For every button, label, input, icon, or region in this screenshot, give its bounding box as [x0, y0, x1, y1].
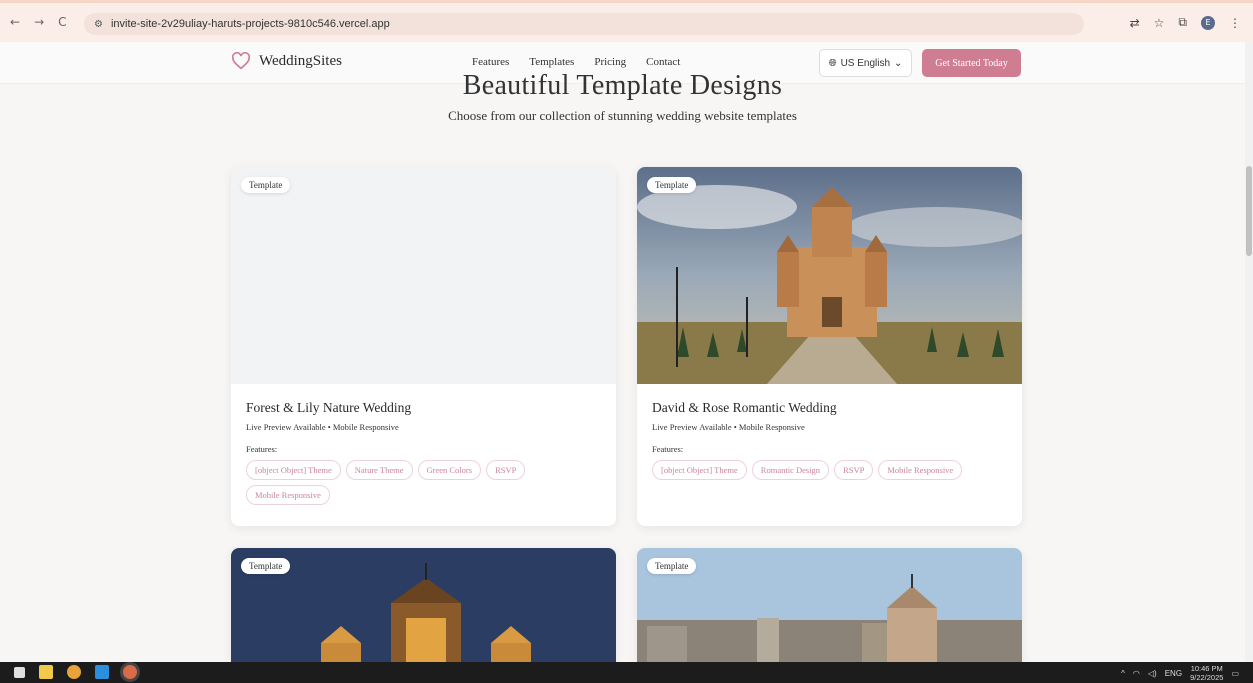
vscode-icon[interactable]	[95, 665, 109, 679]
notifications-icon[interactable]: ▭	[1231, 669, 1239, 678]
template-preview-image: Template	[637, 548, 1022, 662]
chevron-up-icon[interactable]: ^	[1121, 669, 1125, 678]
menu-dots-icon[interactable]: ⋮	[1229, 16, 1241, 30]
nav-features[interactable]: Features	[472, 56, 509, 68]
chevron-down-icon: ⌄	[894, 57, 903, 69]
nav-pricing[interactable]: Pricing	[594, 56, 626, 68]
site-logo[interactable]: WeddingSites	[231, 52, 342, 70]
feature-tag: RSVP	[486, 460, 526, 480]
template-card[interactable]: Template	[231, 548, 616, 662]
card-meta: Live Preview Available • Mobile Responsi…	[246, 422, 399, 432]
feature-tags: [object Object] Theme Romantic Design RS…	[652, 460, 1007, 480]
feature-tag: [object Object] Theme	[246, 460, 341, 480]
template-badge: Template	[647, 177, 697, 193]
back-icon[interactable]: ←	[10, 15, 20, 29]
feature-tag: Green Colors	[417, 460, 482, 480]
bookmark-star-icon[interactable]: ☆	[1154, 16, 1165, 30]
feature-tag: Mobile Responsive	[246, 485, 330, 505]
page-scrollbar[interactable]	[1245, 42, 1253, 662]
template-badge: Template	[241, 177, 291, 193]
system-tray: ^ ◠ ◁) ENG 10:46 PM 9/22/2025 ▭	[1121, 664, 1239, 682]
network-icon[interactable]: ◠	[1133, 669, 1140, 678]
features-label: Features:	[246, 444, 278, 454]
taskbar-apps	[14, 665, 137, 679]
clock[interactable]: 10:46 PM 9/22/2025	[1190, 664, 1223, 682]
feature-tag: Romantic Design	[751, 460, 830, 480]
feature-tag: [object Object] Theme	[652, 460, 747, 480]
main-nav: Features Templates Pricing Contact	[472, 56, 680, 68]
profile-avatar[interactable]: E	[1201, 15, 1215, 30]
card-meta: Live Preview Available • Mobile Responsi…	[652, 422, 805, 432]
logo-text: WeddingSites	[259, 52, 342, 69]
windows-taskbar: ^ ◠ ◁) ENG 10:46 PM 9/22/2025 ▭	[0, 662, 1253, 683]
url-text[interactable]: invite-site-2v29uliay-haruts-projects-98…	[111, 18, 390, 30]
template-card[interactable]: Template David & Rose Romantic Wedding L…	[637, 167, 1022, 526]
chrome-active-icon[interactable]	[123, 665, 137, 679]
heart-icon	[231, 52, 251, 70]
template-preview-image: Template	[231, 167, 616, 384]
globe-icon: 🌐︎	[828, 57, 837, 69]
template-badge: Template	[241, 558, 291, 574]
translate-icon[interactable]: ⇄	[1130, 16, 1140, 30]
site-settings-icon[interactable]: ⚙	[94, 19, 103, 30]
template-badge: Template	[647, 558, 697, 574]
feature-tag: Mobile Responsive	[878, 460, 963, 480]
forward-icon[interactable]: →	[34, 15, 44, 29]
feature-tag: Nature Theme	[345, 460, 413, 480]
clock-date: 9/22/2025	[1190, 673, 1224, 682]
card-title: Forest & Lily Nature Wedding	[246, 400, 412, 415]
section-title: Beautiful Template Designs	[462, 70, 783, 101]
address-bar[interactable]: ⚙ invite-site-2v29uliay-haruts-projects-…	[84, 13, 1084, 35]
scrollbar-thumb[interactable]	[1246, 166, 1252, 256]
reload-icon[interactable]: C	[58, 15, 66, 29]
volume-icon[interactable]: ◁)	[1148, 669, 1157, 678]
section-subtitle: Choose from our collection of stunning w…	[448, 108, 797, 123]
template-preview-image: Template	[637, 167, 1022, 384]
browser-nav: ← → C	[10, 15, 67, 29]
features-label: Features:	[652, 444, 684, 454]
browser-actions: ⇄ ☆ ⧉ E ⋮	[1130, 15, 1241, 30]
card-body: Forest & Lily Nature Wedding Live Previe…	[231, 384, 616, 519]
feature-tag: RSVP	[834, 460, 874, 480]
file-explorer-icon[interactable]	[39, 665, 53, 679]
windows-start-icon[interactable]	[14, 667, 25, 678]
template-preview-image: Template	[231, 548, 616, 662]
clock-time: 10:46 PM	[1190, 664, 1223, 673]
extensions-icon[interactable]: ⧉	[1178, 15, 1187, 30]
card-title: David & Rose Romantic Wedding	[652, 400, 837, 415]
template-card[interactable]: Template	[637, 548, 1022, 662]
feature-tags: [object Object] Theme Nature Theme Green…	[246, 460, 601, 505]
card-body: David & Rose Romantic Wedding Live Previ…	[637, 384, 1022, 494]
browser-toolbar: ← → C ⚙ invite-site-2v29uliay-haruts-pro…	[0, 0, 1253, 42]
input-language[interactable]: ENG	[1165, 669, 1182, 678]
nav-contact[interactable]: Contact	[646, 56, 680, 68]
chrome-icon[interactable]	[67, 665, 81, 679]
cathedral-photo	[637, 167, 1022, 384]
nav-templates[interactable]: Templates	[529, 56, 574, 68]
template-card[interactable]: Template Forest & Lily Nature Wedding Li…	[231, 167, 616, 526]
language-label: US English	[840, 57, 891, 69]
